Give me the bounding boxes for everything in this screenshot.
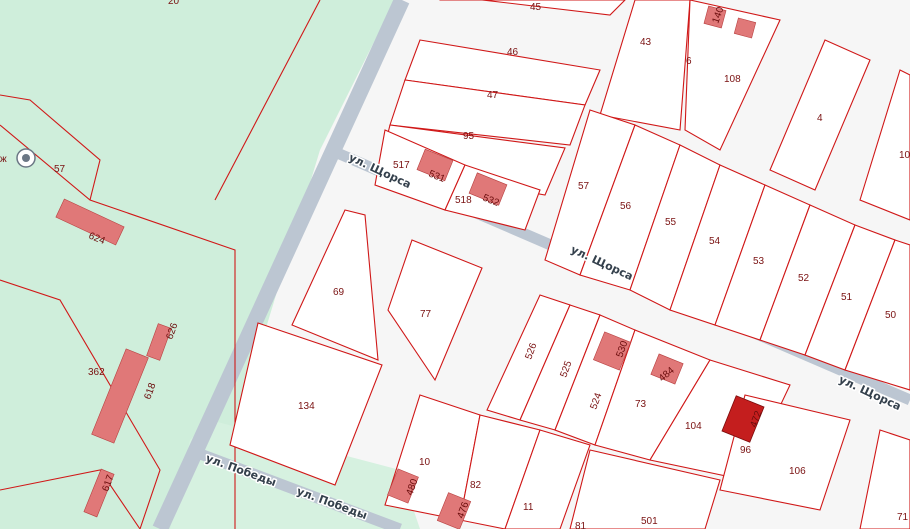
parcel-label: 53 — [753, 256, 765, 267]
parcel-label: 46 — [507, 47, 519, 58]
parcel-label: 82 — [470, 480, 482, 491]
parcel-label: 56 — [620, 201, 632, 212]
parcel-label: 81 — [575, 521, 587, 529]
parcel-label: 69 — [333, 287, 345, 298]
parcel-label: 96 — [740, 445, 752, 456]
parcel-label: 95 — [463, 131, 475, 142]
parcel-label: 57 — [54, 164, 66, 175]
parcel-label: 517 — [393, 160, 410, 171]
parcel-label: 55 — [665, 217, 677, 228]
parcel-label: 362 — [88, 367, 105, 378]
parcel-label: 501 — [641, 516, 658, 527]
parcel-label: 50 — [885, 310, 897, 321]
parcel-label: 71 — [897, 512, 909, 523]
parcel-label: 134 — [298, 401, 315, 412]
parcel-label: 47 — [487, 90, 499, 101]
parcel-label: 4 — [817, 113, 823, 124]
cadastral-map[interactable]: ж ул. Щорса ул. Щорса ул. Щорса ул. Побе… — [0, 0, 910, 529]
parcel-label: 43 — [640, 37, 652, 48]
parcel-label: 108 — [724, 74, 741, 85]
parcel-label: 106 — [789, 466, 806, 477]
parcel-label: 518 — [455, 195, 472, 206]
parcel-label: 11 — [523, 502, 534, 513]
parcel-label: 10 — [899, 150, 910, 161]
parcel-label: 52 — [798, 273, 810, 284]
parcel-label: 54 — [709, 236, 721, 247]
parcel-label: 77 — [420, 309, 432, 320]
parcel-label: 10 — [419, 457, 431, 468]
parcel-label: 51 — [841, 292, 853, 303]
parcel-label: 20 — [168, 0, 180, 7]
parcel-label: 104 — [685, 421, 702, 432]
parcel-label: 57 — [578, 181, 590, 192]
poi-label: ж — [0, 154, 7, 165]
parcel-label: 45 — [530, 2, 542, 13]
parcel-label: 6 — [686, 56, 692, 67]
parcel-label: 73 — [635, 399, 647, 410]
